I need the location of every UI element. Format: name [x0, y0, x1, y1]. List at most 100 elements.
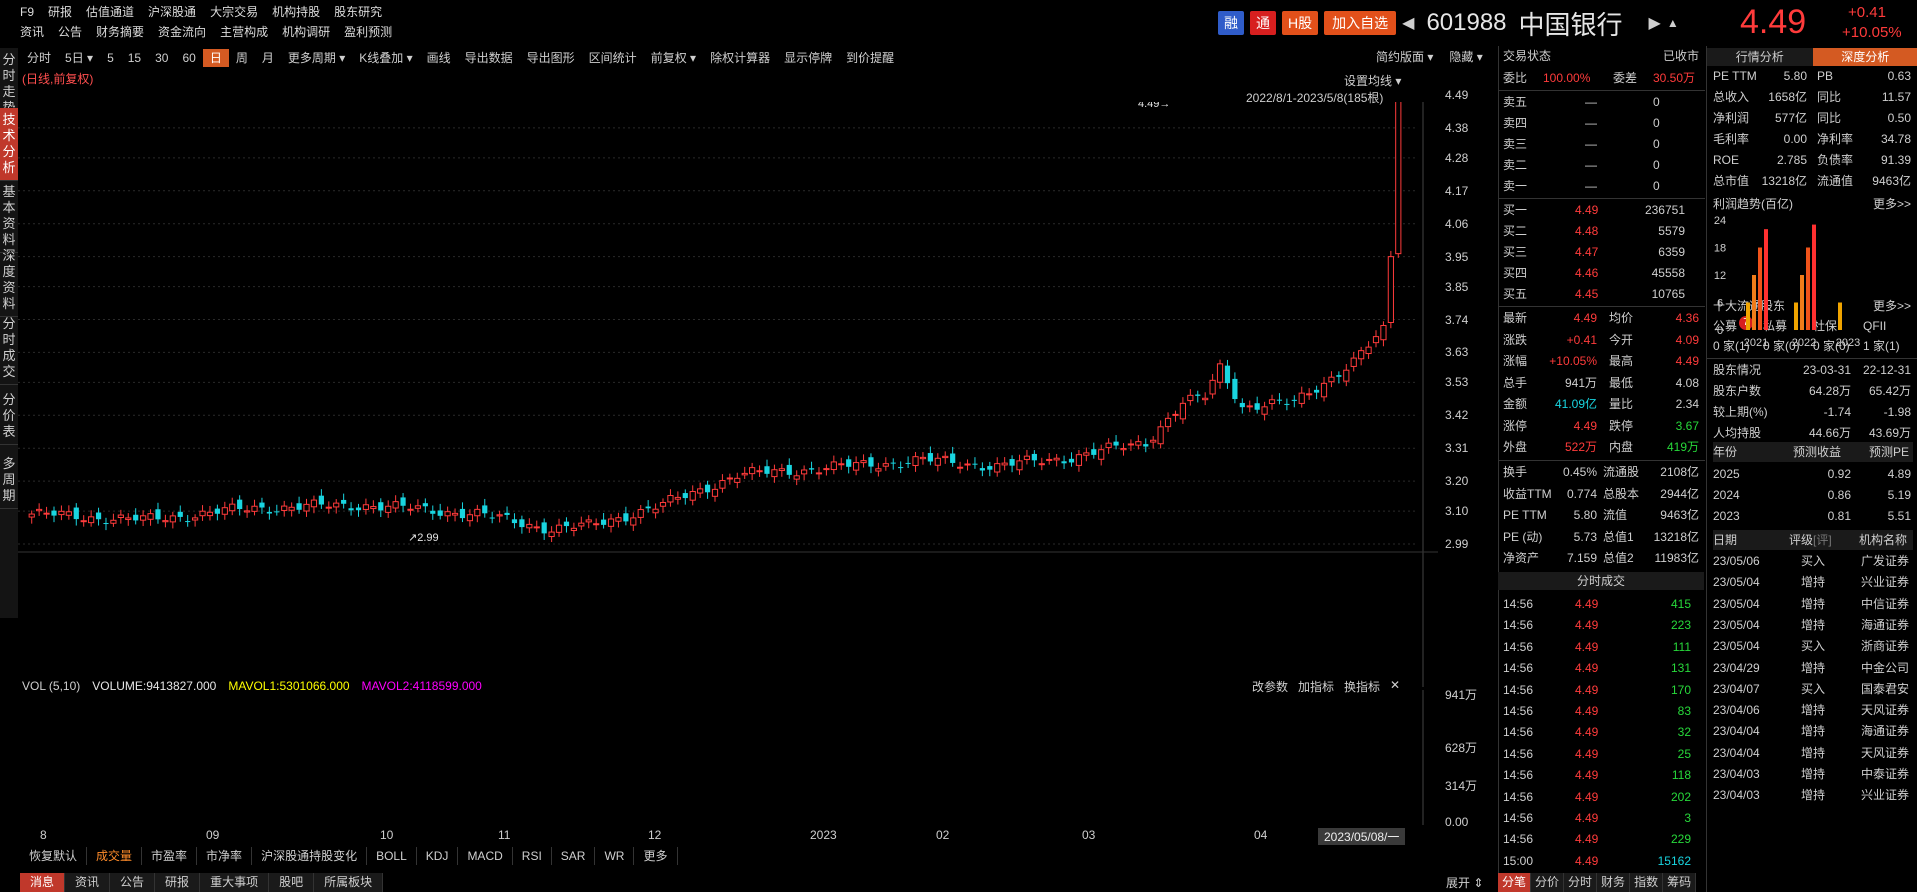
- left-tab[interactable]: 分时成交: [0, 312, 18, 385]
- volume-chart[interactable]: [18, 690, 1438, 825]
- candle: [80, 515, 87, 527]
- connect-tag[interactable]: 通: [1250, 11, 1276, 35]
- right-bottom-tab[interactable]: 筹码: [1663, 873, 1697, 892]
- indicator-tab[interactable]: RSI: [513, 847, 552, 865]
- toolbar-item[interactable]: 30: [148, 49, 175, 67]
- indicator-tab[interactable]: WR: [595, 847, 635, 865]
- left-tab-char: 周: [2, 472, 16, 487]
- right-bottom-tab[interactable]: 分价: [1531, 873, 1565, 892]
- bell-icon[interactable]: ▲: [1667, 16, 1679, 30]
- prev-stock-icon[interactable]: ◀: [1402, 13, 1414, 33]
- expand-button[interactable]: 展开 ⇕: [1446, 874, 1483, 891]
- toolbar-item[interactable]: 更多周期 ▾: [281, 49, 352, 67]
- bottom-tab[interactable]: 股吧: [269, 873, 315, 892]
- toolbar-item[interactable]: 导出图形: [520, 49, 582, 67]
- candle-body: [652, 508, 659, 514]
- toolbar-item[interactable]: 到价提醒: [839, 49, 901, 67]
- toolbar-item[interactable]: 月: [255, 49, 281, 67]
- h-share-tag[interactable]: H股: [1282, 11, 1319, 35]
- toolbar-right-item[interactable]: 简约版面 ▾: [1368, 48, 1441, 66]
- nav-link[interactable]: 盈利预测: [344, 22, 406, 42]
- toolbar-item[interactable]: 前复权 ▾: [644, 49, 703, 67]
- indicator-tab[interactable]: 成交量: [87, 847, 143, 865]
- nav-link[interactable]: 机构持股: [272, 2, 334, 22]
- rating-date: 23/05/04: [1713, 639, 1760, 654]
- bottom-tab[interactable]: 消息: [20, 873, 66, 892]
- toolbar-item[interactable]: 15: [121, 49, 148, 67]
- indicator-tab[interactable]: KDJ: [417, 847, 459, 865]
- nav-link[interactable]: 财务摘要: [96, 22, 158, 42]
- indicator-tab[interactable]: 市净率: [197, 847, 253, 865]
- indicator-tab[interactable]: 市盈率: [142, 847, 198, 865]
- trade-price: 4.49: [1575, 597, 1599, 611]
- indicator-tab[interactable]: SAR: [552, 847, 596, 865]
- nav-link[interactable]: 大宗交易: [210, 2, 272, 22]
- right-bottom-tab[interactable]: 指数: [1630, 873, 1664, 892]
- toolbar-item[interactable]: K线叠加 ▾: [352, 49, 419, 67]
- toolbar-item[interactable]: 画线: [420, 49, 458, 67]
- bottom-tab[interactable]: 研报: [155, 873, 201, 892]
- candle: [533, 520, 540, 533]
- left-tab[interactable]: 深度资料: [0, 244, 18, 317]
- toolbar-item[interactable]: 导出数据: [458, 49, 520, 67]
- indicator-tab[interactable]: MACD: [458, 847, 513, 865]
- margin-tag[interactable]: 融: [1218, 11, 1244, 35]
- candle-body: [103, 523, 109, 525]
- forecast-head-cell: 年份: [1713, 445, 1738, 459]
- toolbar-item[interactable]: 显示停牌: [777, 49, 839, 67]
- bottom-tab[interactable]: 资讯: [65, 873, 111, 892]
- nav-link[interactable]: F9: [20, 2, 48, 22]
- toolbar-item[interactable]: 区间统计: [582, 49, 644, 67]
- rating-grade: 增持: [1801, 724, 1826, 739]
- left-tab-char: 交: [2, 364, 16, 379]
- candle-body: [964, 463, 971, 466]
- ma-setting-button[interactable]: 设置均线 ▾: [1344, 72, 1401, 89]
- candle-body: [177, 511, 183, 517]
- kline-chart[interactable]: 4.49→↗2.99******************************…: [18, 102, 1438, 687]
- indicator-tab[interactable]: 恢复默认: [20, 847, 88, 865]
- right-bottom-tab[interactable]: 分时: [1564, 873, 1598, 892]
- left-tab[interactable]: 技术分析: [0, 108, 18, 181]
- left-tab[interactable]: 分价表: [0, 388, 18, 445]
- candle-body: [919, 456, 927, 460]
- nav-link[interactable]: 股东研究: [334, 2, 396, 22]
- indicator-tab[interactable]: 沪深股通持股变化: [252, 847, 368, 865]
- toolbar-item[interactable]: 60: [175, 49, 202, 67]
- toolbar-item[interactable]: 5日 ▾: [58, 49, 100, 67]
- nav-link[interactable]: 沪深股通: [148, 2, 210, 22]
- toolbar-item[interactable]: 5: [100, 49, 121, 67]
- nav-link[interactable]: 研报: [48, 2, 86, 22]
- right-bottom-tab[interactable]: 分笔: [1498, 873, 1532, 892]
- nav-link[interactable]: 机构调研: [282, 22, 344, 42]
- bottom-tab[interactable]: 重大事项: [200, 873, 270, 892]
- fundamentals-tab[interactable]: 深度分析: [1812, 48, 1917, 66]
- toolbar-item[interactable]: 周: [229, 49, 255, 67]
- candle: [793, 470, 800, 486]
- nav-link[interactable]: 估值通道: [86, 2, 148, 22]
- nav-link[interactable]: 公告: [58, 22, 96, 42]
- ask-volume: 0: [1653, 95, 1660, 109]
- toolbar-item[interactable]: 除权计算器: [703, 49, 777, 67]
- left-tab[interactable]: 基本资料: [0, 180, 18, 253]
- profit-tick: 12: [1714, 270, 1726, 282]
- bottom-tab[interactable]: 所属板块: [314, 873, 384, 892]
- indicator-tab[interactable]: 更多: [634, 847, 678, 865]
- left-tab[interactable]: 多周期: [0, 452, 18, 509]
- nav-link[interactable]: 资讯: [20, 22, 58, 42]
- toolbar-item[interactable]: 分时: [20, 49, 58, 67]
- rating-date: 23/05/04: [1713, 617, 1760, 632]
- nav-link[interactable]: 主营构成: [220, 22, 282, 42]
- nav-link[interactable]: 资金流向: [158, 22, 220, 42]
- add-watchlist-button[interactable]: 加入自选: [1324, 11, 1397, 35]
- toolbar-right-item[interactable]: 隐藏 ▾: [1441, 48, 1490, 66]
- bottom-tab[interactable]: 公告: [110, 873, 156, 892]
- next-stock-icon[interactable]: ▶: [1649, 13, 1661, 33]
- right-bottom-tab[interactable]: 财务: [1597, 873, 1631, 892]
- rating-org: 兴业证券: [1861, 788, 1910, 803]
- profit-bar: [1838, 302, 1842, 330]
- fundamentals-tab[interactable]: 行情分析: [1707, 48, 1813, 66]
- rating-grade: 买入: [1801, 639, 1826, 654]
- indicator-tab[interactable]: BOLL: [367, 847, 417, 865]
- candle: [1224, 359, 1231, 389]
- toolbar-item[interactable]: 日: [202, 49, 229, 67]
